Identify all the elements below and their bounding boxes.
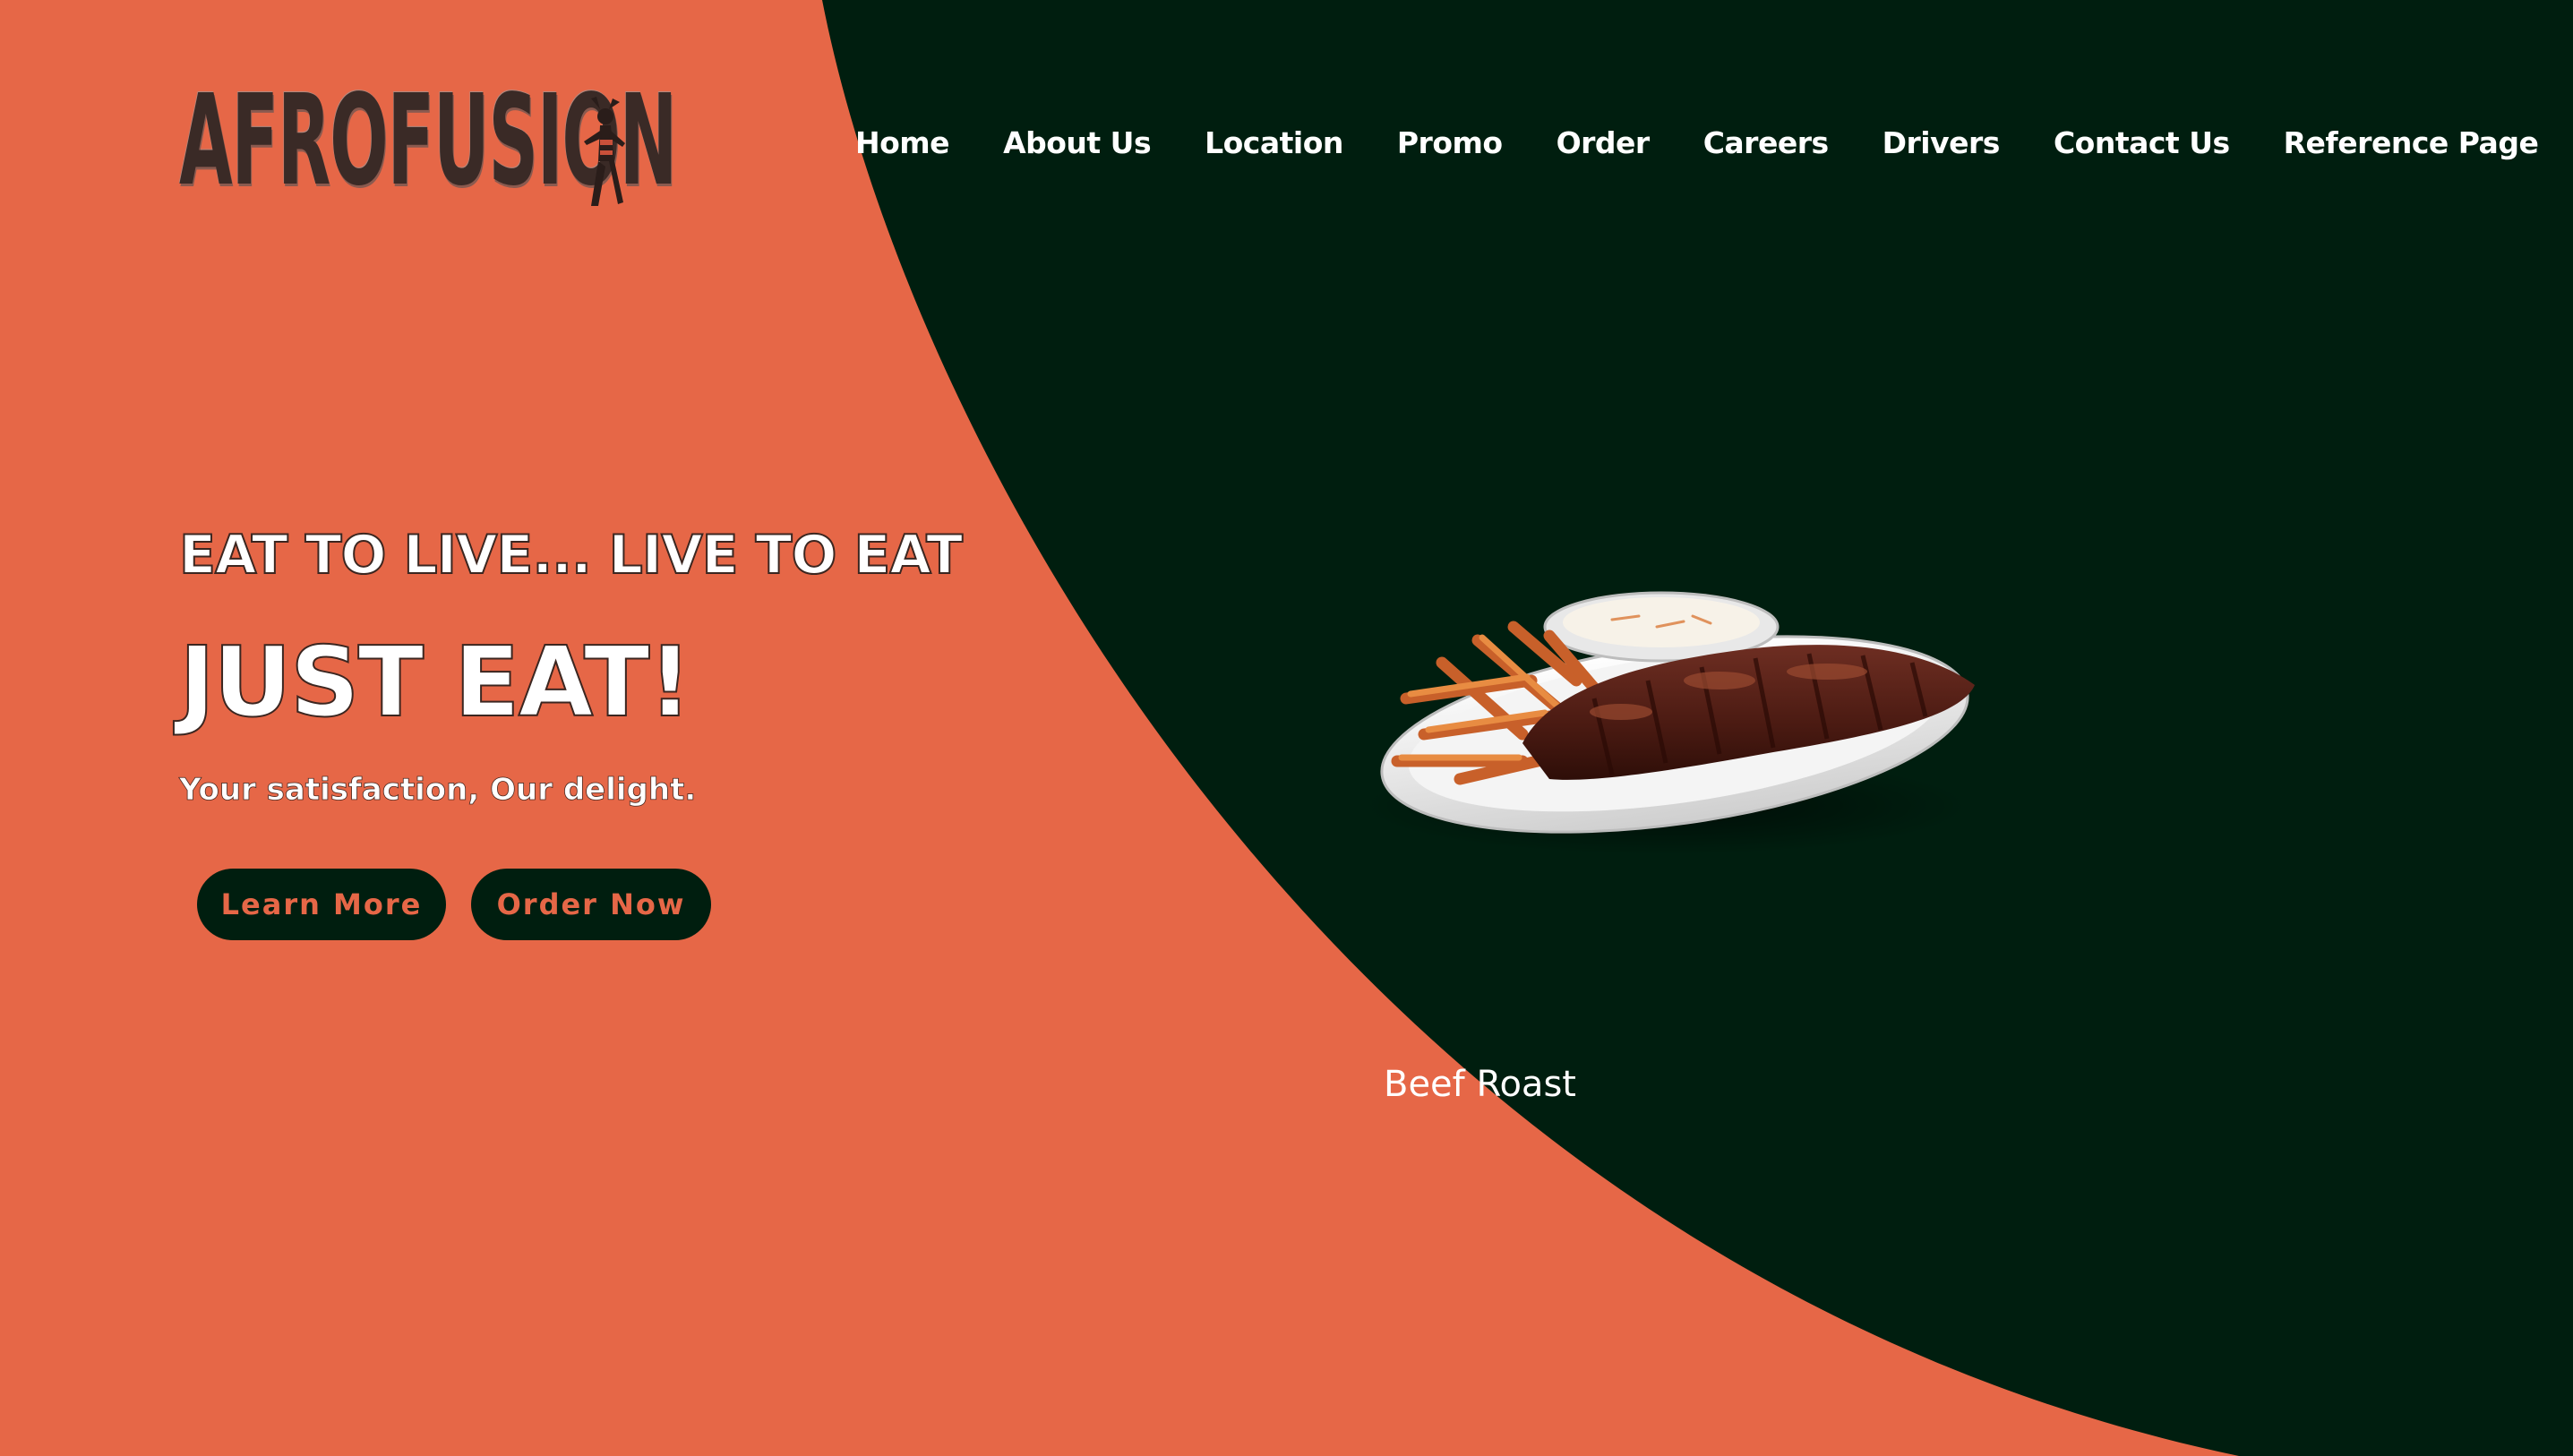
- order-now-button[interactable]: Order Now: [471, 869, 711, 940]
- hero-tagline: EAT TO LIVE... LIVE TO EAT: [178, 523, 964, 587]
- hero-headline: JUST EAT!: [178, 626, 693, 740]
- main-nav: Home About Us Location Promo Order Caree…: [855, 125, 2539, 160]
- landing-page: AFROFUSION Home About Us Location Promo …: [0, 0, 2573, 1456]
- nav-promo[interactable]: Promo: [1397, 125, 1503, 160]
- nav-order[interactable]: Order: [1557, 125, 1651, 160]
- hero-subline: Your satisfaction, Our delight.: [179, 772, 697, 809]
- featured-dish-image: [1361, 591, 1975, 855]
- nav-reference-page[interactable]: Reference Page: [2284, 125, 2539, 160]
- nav-careers[interactable]: Careers: [1703, 125, 1829, 160]
- featured-dish-caption: Beef Roast: [1384, 1064, 1576, 1105]
- nav-home[interactable]: Home: [855, 125, 950, 160]
- nav-contact-us[interactable]: Contact Us: [2054, 125, 2230, 160]
- nav-drivers[interactable]: Drivers: [1883, 125, 2001, 160]
- nav-location[interactable]: Location: [1205, 125, 1343, 160]
- dancer-icon: [584, 97, 625, 206]
- nav-about-us[interactable]: About Us: [1003, 125, 1152, 160]
- learn-more-button[interactable]: Learn More: [197, 869, 446, 940]
- brand-logo[interactable]: AFROFUSION: [179, 63, 677, 219]
